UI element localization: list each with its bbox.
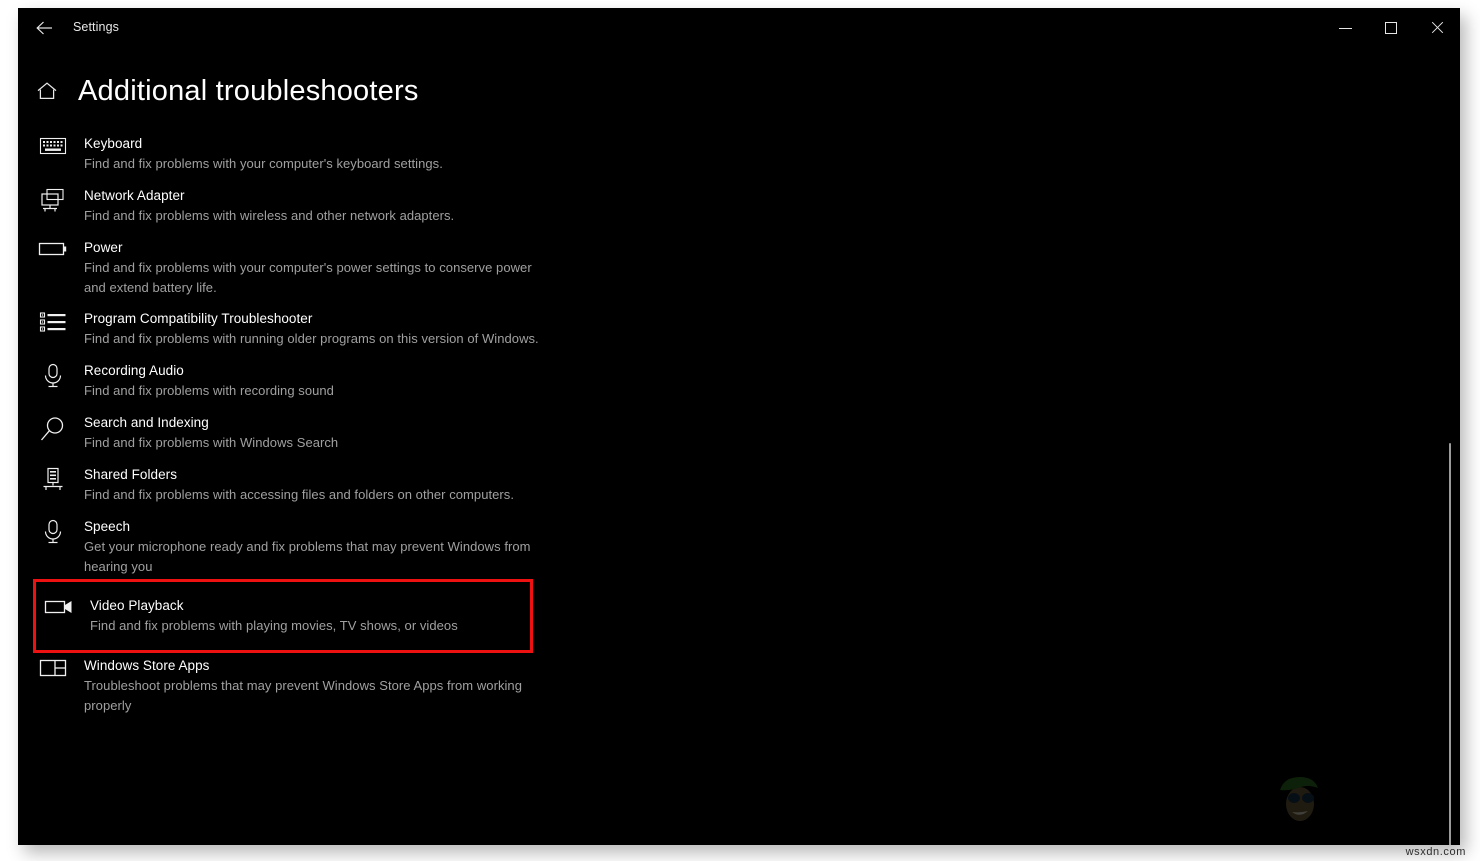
troubleshooter-title: Network Adapter (84, 188, 185, 203)
window-controls (1322, 8, 1460, 48)
troubleshooter-text: Video Playback Find and fix problems wit… (82, 596, 458, 636)
home-icon[interactable] (30, 74, 64, 108)
page-title: Additional troubleshooters (78, 74, 419, 107)
troubleshooter-text: Recording Audio Find and fix problems wi… (76, 361, 334, 401)
troubleshooter-title: Recording Audio (84, 363, 184, 378)
watermark-text: wsxdn.com (1405, 846, 1466, 858)
keyboard-icon (30, 134, 76, 156)
troubleshooter-text: Search and Indexing Find and fix problem… (76, 413, 338, 453)
watermark-face-logo (1272, 770, 1324, 828)
window-title: Settings (73, 20, 119, 34)
troubleshooter-title: Keyboard (84, 136, 143, 151)
troubleshooter-title: Video Playback (90, 598, 184, 613)
troubleshooter-description: Find and fix problems with recording sou… (84, 383, 334, 398)
troubleshooter-item-keyboard[interactable]: Keyboard Find and fix problems with your… (30, 128, 1460, 180)
troubleshooter-title: Speech (84, 519, 131, 534)
microphone-icon (30, 517, 76, 545)
troubleshooter-title: Shared Folders (84, 467, 177, 482)
troubleshooter-item-search-indexing[interactable]: Search and Indexing Find and fix problem… (30, 407, 1460, 459)
troubleshooter-description: Troubleshoot problems that may prevent W… (84, 678, 522, 713)
settings-window: Settings Additional troubleshooters Keyb… (18, 8, 1460, 845)
page-root: Settings Additional troubleshooters Keyb… (0, 0, 1480, 861)
troubleshooter-item-windows-store-apps[interactable]: Windows Store Apps Troubleshoot problems… (30, 650, 1460, 721)
troubleshooter-description: Find and fix problems with Windows Searc… (84, 435, 339, 450)
vertical-scrollbar[interactable] (1444, 48, 1456, 845)
troubleshooter-text: Network Adapter Find and fix problems wi… (76, 186, 454, 226)
minimize-icon (1338, 27, 1352, 29)
troubleshooter-description: Get your microphone ready and fix proble… (84, 539, 531, 574)
troubleshooter-text: Speech Get your microphone ready and fix… (76, 517, 554, 576)
page-header: Additional troubleshooters (18, 64, 1460, 118)
shared-folders-icon (30, 465, 76, 493)
network-adapter-icon (30, 186, 76, 214)
minimize-button[interactable] (1322, 8, 1368, 48)
troubleshooter-text: Keyboard Find and fix problems with your… (76, 134, 443, 174)
troubleshooter-description: Find and fix problems with your computer… (84, 156, 443, 171)
magnifier-icon (30, 413, 76, 443)
battery-icon (30, 238, 76, 258)
close-icon (1430, 21, 1444, 35)
troubleshooter-description: Find and fix problems with wireless and … (84, 208, 455, 223)
troubleshooter-list: Keyboard Find and fix problems with your… (18, 128, 1460, 721)
maximize-button[interactable] (1368, 8, 1414, 48)
troubleshooter-item-video-playback[interactable]: Video Playback Find and fix problems wit… (33, 579, 533, 653)
title-bar: Settings (18, 8, 1460, 48)
troubleshooter-description: Find and fix problems with your computer… (84, 260, 532, 295)
troubleshooter-item-speech[interactable]: Speech Get your microphone ready and fix… (30, 511, 1460, 582)
back-arrow-icon[interactable] (28, 12, 62, 44)
troubleshooter-description: Find and fix problems with playing movie… (90, 618, 458, 633)
video-camera-icon (36, 596, 82, 616)
troubleshooter-title: Windows Store Apps (84, 658, 210, 673)
troubleshooter-text: Program Compatibility Troubleshooter Fin… (76, 309, 539, 349)
troubleshooter-text: Windows Store Apps Troubleshoot problems… (76, 656, 554, 715)
troubleshooter-description: Find and fix problems with accessing fil… (84, 487, 515, 502)
troubleshooter-item-network-adapter[interactable]: Network Adapter Find and fix problems wi… (30, 180, 1460, 232)
troubleshooter-item-program-compatibility[interactable]: Program Compatibility Troubleshooter Fin… (30, 303, 1460, 355)
troubleshooter-text: Power Find and fix problems with your co… (76, 238, 554, 297)
troubleshooter-title: Program Compatibility Troubleshooter (84, 311, 313, 326)
troubleshooter-text: Shared Folders Find and fix problems wit… (76, 465, 514, 505)
microphone-icon (30, 361, 76, 389)
troubleshooter-item-power[interactable]: Power Find and fix problems with your co… (30, 232, 1460, 303)
close-button[interactable] (1414, 8, 1460, 48)
store-apps-icon (30, 656, 76, 678)
troubleshooter-title: Power (84, 240, 123, 255)
maximize-icon (1385, 22, 1397, 34)
troubleshooter-item-recording-audio[interactable]: Recording Audio Find and fix problems wi… (30, 355, 1460, 407)
troubleshooter-title: Search and Indexing (84, 415, 209, 430)
scrollbar-thumb[interactable] (1449, 443, 1451, 845)
troubleshooter-item-shared-folders[interactable]: Shared Folders Find and fix problems wit… (30, 459, 1460, 511)
troubleshooter-description: Find and fix problems with running older… (84, 331, 539, 346)
list-icon (30, 309, 76, 333)
